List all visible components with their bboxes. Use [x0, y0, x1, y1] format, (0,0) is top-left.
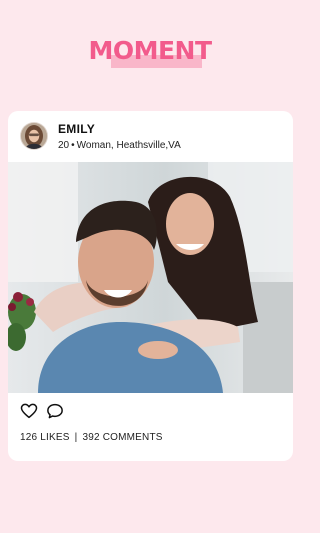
comment-bubble-icon[interactable]	[46, 402, 64, 420]
comments-count[interactable]: 392 COMMENTS	[82, 432, 162, 443]
meta-dot-icon: •	[71, 140, 75, 151]
user-age: 20	[58, 140, 70, 151]
user-name[interactable]: EMILY	[58, 122, 95, 136]
post-stats: 126 LIKES | 392 COMMENTS	[20, 432, 163, 443]
likes-count[interactable]: 126 LIKES	[20, 432, 70, 443]
heart-icon[interactable]	[20, 402, 38, 420]
post-header: EMILY 20 • Woman, Heathsville,VA	[8, 111, 293, 161]
avatar[interactable]	[21, 123, 47, 149]
user-location: Heathsville,VA	[116, 140, 181, 151]
app-title: MOMENT	[88, 36, 212, 65]
post-card: EMILY 20 • Woman, Heathsville,VA 126 LIK…	[8, 111, 293, 461]
user-gender: Woman	[76, 140, 111, 151]
user-meta: 20 • Woman, Heathsville,VA	[58, 140, 181, 151]
stats-separator: |	[74, 432, 78, 443]
post-photo[interactable]	[8, 162, 293, 393]
